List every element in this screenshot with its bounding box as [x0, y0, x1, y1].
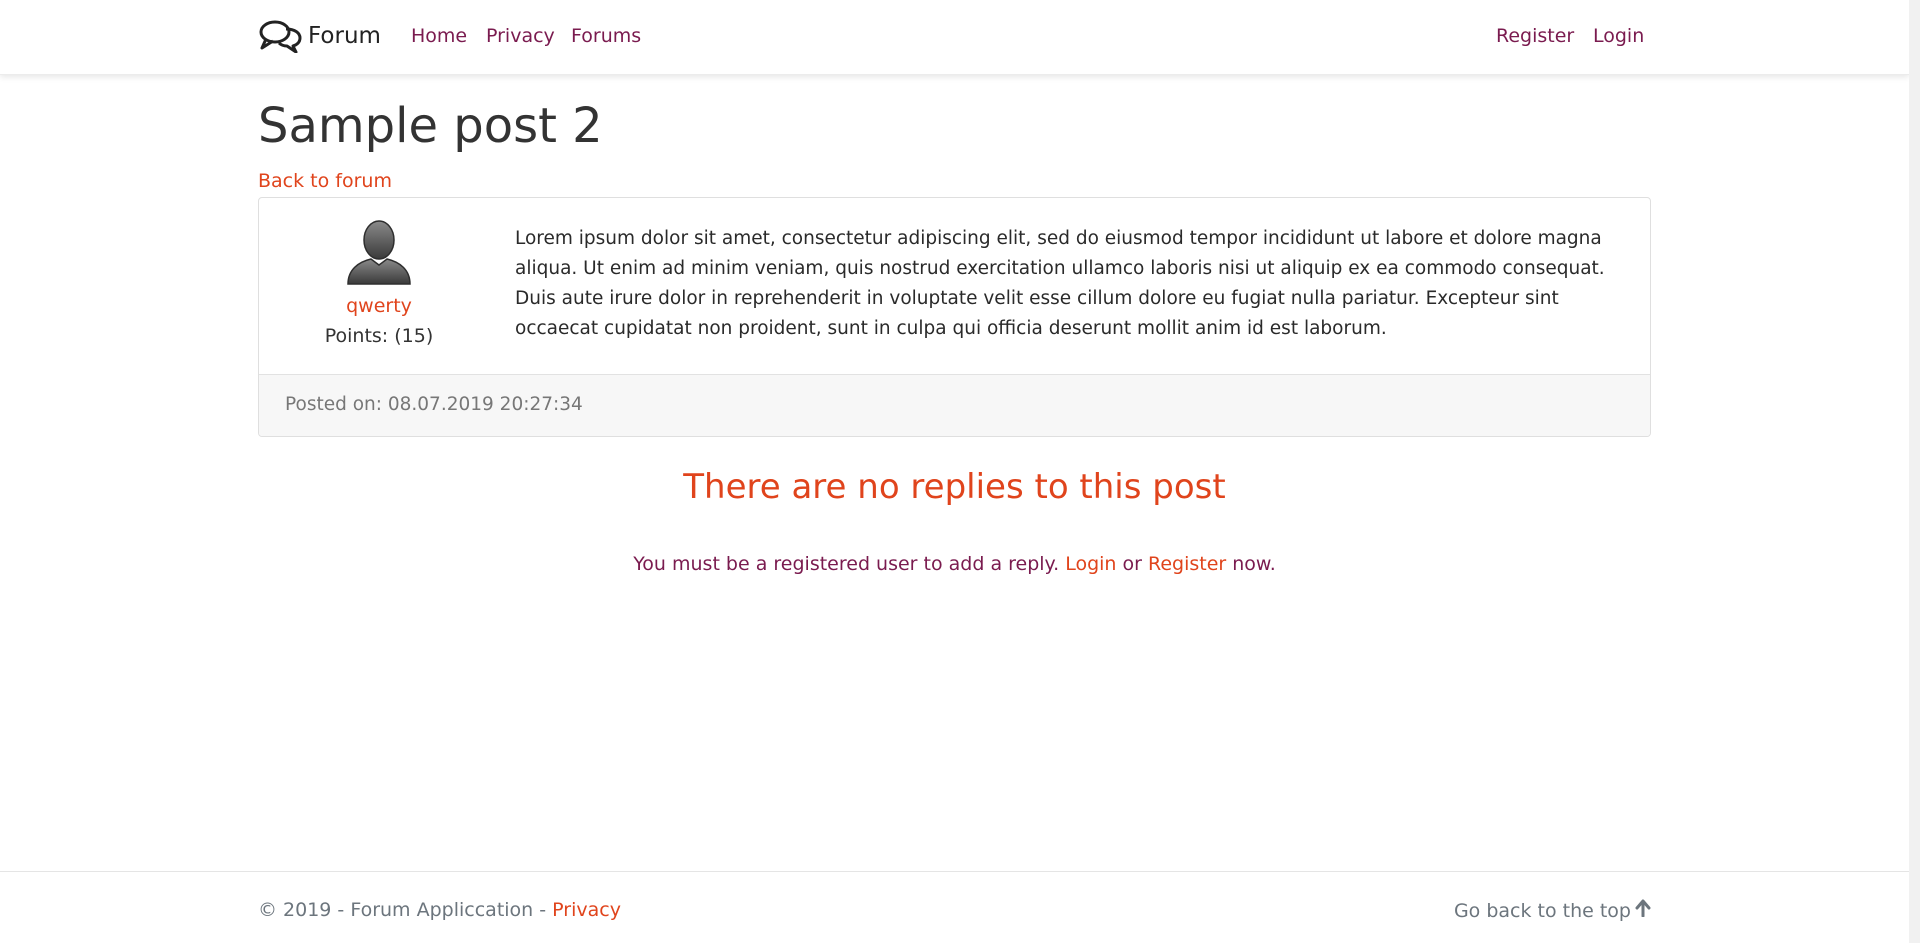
post-body-text: Lorem ipsum dolor sit amet, consectetur …: [515, 228, 1605, 339]
reply-login-note: You must be a registered user to add a r…: [0, 553, 1909, 575]
post-author: qwerty Points: (15): [259, 218, 499, 348]
nav-register[interactable]: Register: [1496, 25, 1574, 47]
reply-note-or: or: [1122, 553, 1142, 575]
arrow-up-icon: [1635, 899, 1651, 922]
back-to-forum-link[interactable]: Back to forum: [258, 170, 392, 192]
page-scrollbar[interactable]: [1909, 0, 1920, 943]
reply-note-suffix: now.: [1232, 553, 1276, 575]
nav-forums[interactable]: Forums: [571, 25, 641, 47]
post-title: Sample post 2: [258, 98, 603, 154]
author-name-link[interactable]: qwerty: [346, 294, 412, 318]
user-avatar-icon: [344, 218, 414, 290]
posted-on-timestamp: Posted on: 08.07.2019 20:27:34: [285, 394, 583, 415]
author-points: Points: (15): [324, 325, 434, 347]
back-to-top-link[interactable]: Go back to the top: [1454, 899, 1651, 922]
post-card: qwerty Points: (15) Lorem ipsum dolor si…: [258, 197, 1651, 437]
footer-privacy-link[interactable]: Privacy: [552, 899, 621, 921]
copyright-text: © 2019 - Forum Appliccation -: [258, 899, 547, 921]
brand-label: Forum: [308, 23, 381, 49]
page-footer: © 2019 - Forum Appliccation - Privacy Go…: [0, 871, 1909, 943]
back-to-top-label: Go back to the top: [1453, 899, 1631, 922]
post-card-footer: Posted on: 08.07.2019 20:27:34: [259, 374, 1650, 436]
top-navbar: Forum Home Privacy Forums Register Login: [0, 0, 1909, 75]
reply-login-link[interactable]: Login: [1065, 553, 1116, 575]
reply-register-link[interactable]: Register: [1148, 553, 1226, 575]
speech-bubbles-icon: [258, 19, 302, 53]
nav-home[interactable]: Home: [411, 25, 467, 47]
no-replies-message: There are no replies to this post: [683, 467, 1226, 507]
nav-login[interactable]: Login: [1593, 25, 1644, 47]
footer-copyright: © 2019 - Forum Appliccation - Privacy: [258, 899, 621, 921]
brand-link[interactable]: Forum: [258, 16, 381, 56]
reply-note-prefix: You must be a registered user to add a r…: [633, 553, 1060, 575]
nav-privacy[interactable]: Privacy: [486, 25, 555, 47]
